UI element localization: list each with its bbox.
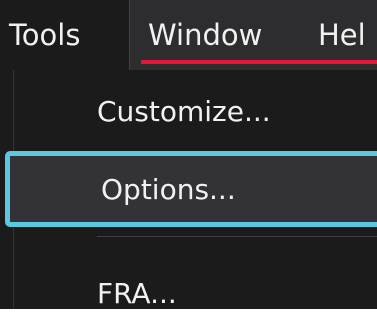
- menu-item-fra-label: FRA...: [97, 276, 177, 310]
- menu-help-label: Hel: [318, 18, 366, 52]
- menu-item-options-label: Options...: [101, 172, 236, 206]
- menu-window-label: Window: [148, 18, 263, 52]
- menu-tools[interactable]: Tools: [0, 0, 130, 70]
- menu-item-options[interactable]: Options...: [5, 151, 377, 227]
- menu-item-customize-label: Customize...: [97, 94, 271, 128]
- menu-item-fra[interactable]: FRA...: [13, 262, 377, 324]
- menu-tools-label: Tools: [9, 18, 81, 52]
- menu-separator: [97, 236, 377, 237]
- menu-help[interactable]: Hel: [318, 0, 377, 70]
- menu-bar: Tools Window Hel: [0, 0, 377, 70]
- menu-item-customize[interactable]: Customize...: [13, 80, 377, 142]
- menu-screenshot: Tools Window Hel Customize... Options...…: [0, 0, 377, 310]
